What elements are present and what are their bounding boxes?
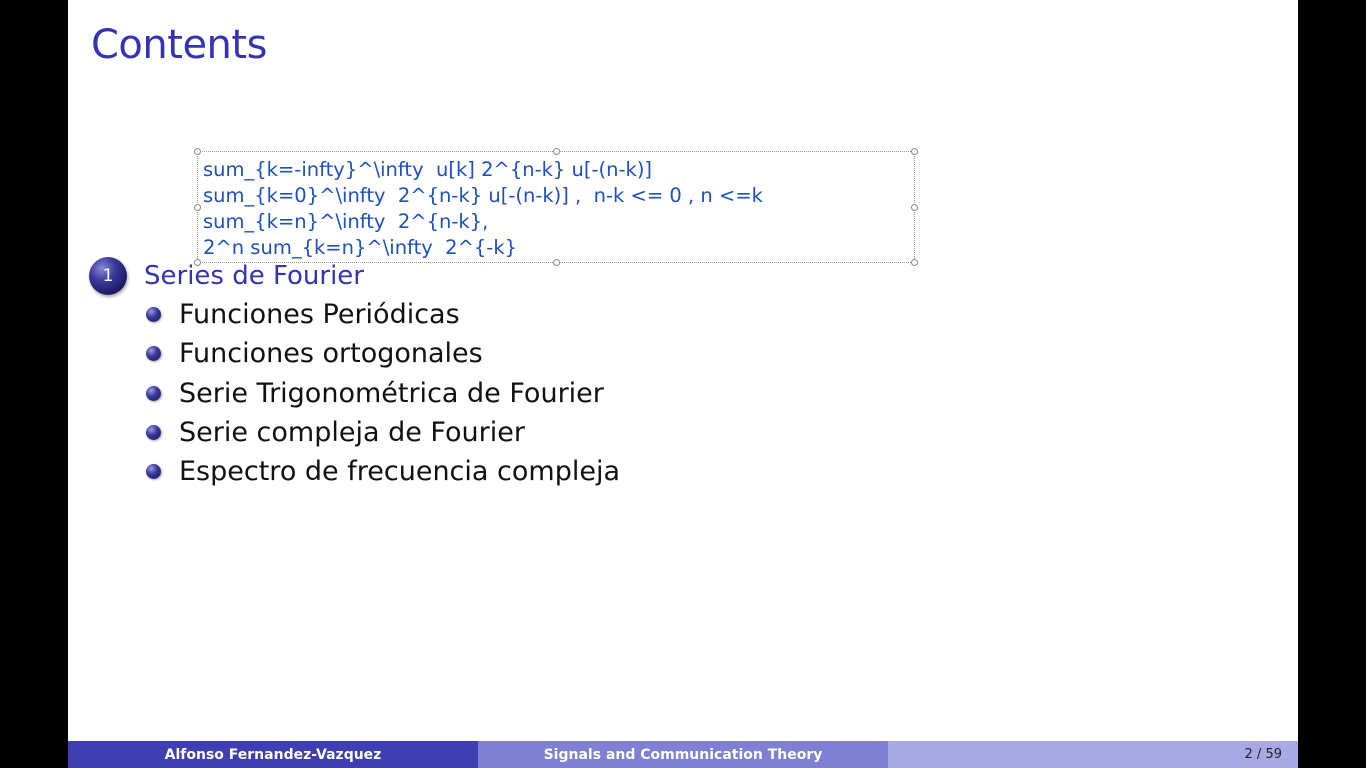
bullet-ball-icon: [146, 307, 161, 323]
section-number-ball: 1: [89, 257, 127, 295]
annotation-textbox[interactable]: sum_{k=-infty}^\infty u[k] 2^{n-k} u[-(n…: [194, 148, 918, 266]
toc-subsection[interactable]: Funciones ortogonales: [146, 334, 620, 373]
toc-subsection[interactable]: Serie Trigonométrica de Fourier: [146, 374, 620, 413]
resize-handle-top-right[interactable]: [911, 148, 918, 155]
subsection-label: Espectro de frecuencia compleja: [179, 456, 620, 488]
presentation-slide: Contents 1 Series de Fourier Funciones P…: [68, 0, 1298, 768]
resize-handle-right[interactable]: [911, 204, 918, 211]
bullet-ball-icon: [146, 385, 161, 401]
toc-subsection[interactable]: Espectro de frecuencia compleja: [146, 452, 620, 491]
bullet-ball-icon: [146, 346, 161, 362]
toc-subsection[interactable]: Serie compleja de Fourier: [146, 413, 620, 452]
formula-line: sum_{k=0}^\infty 2^{n-k} u[-(n-k)] , n-k…: [203, 184, 763, 207]
bullet-ball-icon: [146, 425, 161, 441]
annotation-text: sum_{k=-infty}^\infty u[k] 2^{n-k} u[-(n…: [203, 157, 763, 261]
section-number: 1: [102, 266, 114, 286]
toc-subsection-list: Funciones Periódicas Funciones ortogonal…: [146, 295, 620, 491]
resize-handle-top[interactable]: [553, 148, 560, 155]
toc-subsection[interactable]: Funciones Periódicas: [146, 295, 620, 334]
resize-handle-bottom-left[interactable]: [194, 259, 201, 266]
bullet-ball-icon: [146, 464, 161, 480]
frame-title: Contents: [91, 22, 267, 68]
formula-line: 2^n sum_{k=n}^\infty 2^{-k}: [203, 236, 518, 259]
subsection-label: Funciones Periódicas: [179, 299, 460, 331]
subsection-label: Serie Trigonométrica de Fourier: [179, 377, 604, 409]
footer-author: Alfonso Fernandez-Vazquez: [68, 741, 478, 768]
resize-handle-top-left[interactable]: [194, 148, 201, 155]
formula-line: sum_{k=n}^\infty 2^{n-k},: [203, 210, 489, 233]
subsection-label: Funciones ortogonales: [179, 338, 483, 370]
footer-title: Signals and Communication Theory: [478, 741, 888, 768]
slide-footer: Alfonso Fernandez-Vazquez Signals and Co…: [68, 741, 1298, 768]
footer-page-number: 2 / 59: [888, 741, 1298, 768]
subsection-label: Serie compleja de Fourier: [179, 417, 525, 449]
resize-handle-bottom-right[interactable]: [911, 259, 918, 266]
resize-handle-left[interactable]: [194, 204, 201, 211]
section-label: Series de Fourier: [144, 261, 364, 291]
formula-line: sum_{k=-infty}^\infty u[k] 2^{n-k} u[-(n…: [203, 158, 653, 181]
